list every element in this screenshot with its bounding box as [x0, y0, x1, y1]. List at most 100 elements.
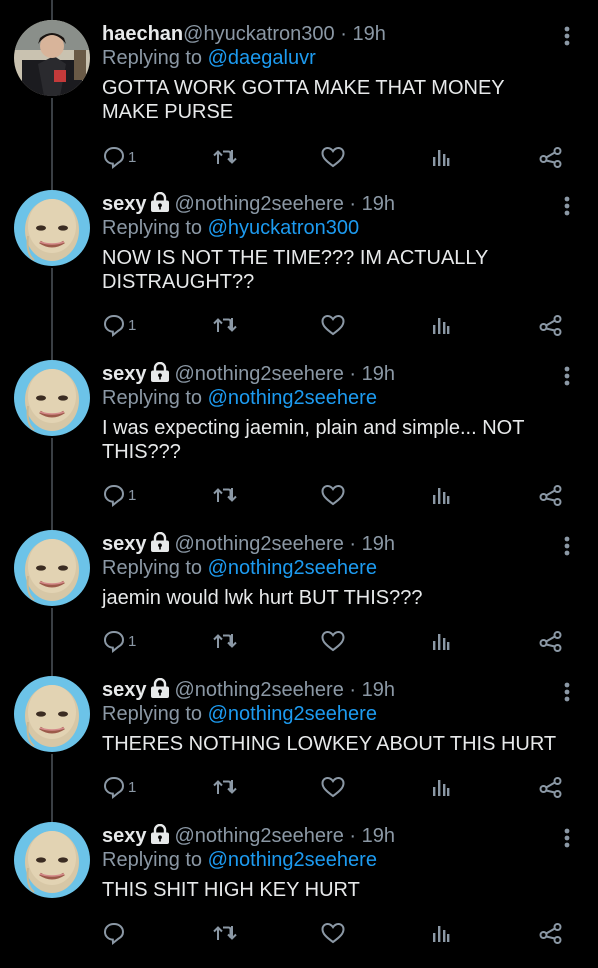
reply-to-handle[interactable]: @nothing2seehere: [208, 849, 377, 871]
reply-button[interactable]: 1: [102, 142, 136, 172]
heart-icon: [320, 313, 346, 337]
like-button[interactable]: [320, 772, 346, 802]
reply-button[interactable]: [102, 918, 128, 948]
analytics-icon: [430, 483, 452, 507]
tweet[interactable]: sexy @nothing2seehere · 19h Replying to @…: [0, 676, 598, 822]
like-button[interactable]: [320, 142, 346, 172]
action-bar: 1: [102, 626, 572, 656]
like-button[interactable]: [320, 626, 346, 656]
avatar[interactable]: [14, 190, 90, 266]
reply-prefix: Replying to: [102, 217, 203, 239]
share-button[interactable]: [538, 142, 564, 172]
like-button[interactable]: [320, 918, 346, 948]
handle[interactable]: @nothing2seehere: [175, 363, 344, 385]
tweet[interactable]: sexy @nothing2seehere · 19h Replying to @…: [0, 360, 598, 530]
analytics-button[interactable]: [430, 142, 452, 172]
more-options-icon[interactable]: [560, 194, 574, 218]
avatar[interactable]: [14, 20, 90, 96]
display-name[interactable]: sexy: [102, 679, 147, 701]
reply-icon: [102, 921, 126, 945]
reply-to-handle[interactable]: @nothing2seehere: [208, 557, 377, 579]
tweet[interactable]: sexy @nothing2seehere · 19h Replying to @…: [0, 190, 598, 360]
heart-icon: [320, 629, 346, 653]
display-name[interactable]: haechan: [102, 23, 183, 45]
share-button[interactable]: [538, 480, 564, 510]
tweet-text: jaemin would lwk hurt BUT THIS???: [102, 587, 423, 609]
analytics-icon: [430, 921, 452, 945]
tweet-text: I was expecting jaemin, plain and simple…: [102, 417, 525, 463]
heart-icon: [320, 921, 346, 945]
tweet[interactable]: haechan@hyuckatron300 · 19h Replying to …: [0, 20, 598, 190]
analytics-button[interactable]: [430, 480, 452, 510]
like-button[interactable]: [320, 310, 346, 340]
analytics-button[interactable]: [430, 772, 452, 802]
reply-count: 1: [128, 316, 137, 334]
reply-button[interactable]: 1: [102, 772, 136, 802]
reply-to-handle[interactable]: @nothing2seehere: [208, 703, 377, 725]
timestamp[interactable]: · 19h: [349, 193, 395, 215]
avatar[interactable]: [14, 530, 90, 606]
handle[interactable]: @nothing2seehere: [175, 679, 344, 701]
avatar[interactable]: [14, 676, 90, 752]
display-name[interactable]: sexy: [102, 825, 147, 847]
tweet-text: THIS SHIT HIGH KEY HURT: [102, 879, 360, 901]
display-name[interactable]: sexy: [102, 533, 147, 555]
timestamp[interactable]: · 19h: [349, 679, 395, 701]
timestamp[interactable]: · 19h: [349, 825, 395, 847]
analytics-button[interactable]: [430, 626, 452, 656]
share-button[interactable]: [538, 918, 564, 948]
handle[interactable]: @nothing2seehere: [175, 533, 344, 555]
like-button[interactable]: [320, 480, 346, 510]
retweet-icon: [212, 921, 238, 945]
retweet-button[interactable]: [212, 918, 238, 948]
analytics-button[interactable]: [430, 310, 452, 340]
timestamp[interactable]: · 19h: [340, 23, 386, 45]
retweet-button[interactable]: [212, 772, 238, 802]
reply-button[interactable]: 1: [102, 626, 136, 656]
reply-context: Replying to @nothing2seehere: [102, 556, 377, 580]
reply-button[interactable]: 1: [102, 480, 136, 510]
analytics-button[interactable]: [430, 918, 452, 948]
tweet[interactable]: sexy @nothing2seehere · 19h Replying to @…: [0, 822, 598, 968]
retweet-icon: [212, 629, 238, 653]
reply-to-handle[interactable]: @daegaluvr: [208, 47, 316, 69]
retweet-button[interactable]: [212, 480, 238, 510]
retweet-button[interactable]: [212, 142, 238, 172]
share-button[interactable]: [538, 626, 564, 656]
reply-context: Replying to @nothing2seehere: [102, 702, 377, 726]
retweet-button[interactable]: [212, 626, 238, 656]
tweet-header: haechan@hyuckatron300 · 19h: [102, 22, 386, 46]
avatar[interactable]: [14, 360, 90, 436]
retweet-icon: [212, 775, 238, 799]
lock-icon: [149, 823, 171, 850]
retweet-icon: [212, 483, 238, 507]
display-name[interactable]: sexy: [102, 363, 147, 385]
reply-to-handle[interactable]: @nothing2seehere: [208, 387, 377, 409]
display-name[interactable]: sexy: [102, 193, 147, 215]
reply-icon: [102, 313, 126, 337]
more-options-icon[interactable]: [560, 364, 574, 388]
timestamp[interactable]: · 19h: [349, 533, 395, 555]
handle[interactable]: @nothing2seehere: [175, 825, 344, 847]
handle[interactable]: @hyuckatron300: [183, 23, 335, 45]
more-options-icon[interactable]: [560, 24, 574, 48]
handle[interactable]: @nothing2seehere: [175, 193, 344, 215]
reply-count: 1: [128, 148, 137, 166]
tweet-text: GOTTA WORK GOTTA MAKE THAT MONEY MAKE PU…: [102, 77, 505, 123]
more-options-icon[interactable]: [560, 826, 574, 850]
tweet[interactable]: sexy @nothing2seehere · 19h Replying to @…: [0, 530, 598, 676]
reply-to-handle[interactable]: @hyuckatron300: [208, 217, 360, 239]
reply-icon: [102, 483, 126, 507]
avatar[interactable]: [14, 822, 90, 898]
reply-button[interactable]: 1: [102, 310, 136, 340]
timestamp[interactable]: · 19h: [349, 363, 395, 385]
share-button[interactable]: [538, 772, 564, 802]
more-options-icon[interactable]: [560, 680, 574, 704]
reply-context: Replying to @daegaluvr: [102, 46, 316, 70]
retweet-button[interactable]: [212, 310, 238, 340]
more-options-icon[interactable]: [560, 534, 574, 558]
thread-line: [51, 0, 53, 20]
share-button[interactable]: [538, 310, 564, 340]
tweet-header: sexy @nothing2seehere · 19h: [102, 823, 395, 850]
tweet-header: sexy @nothing2seehere · 19h: [102, 531, 395, 558]
